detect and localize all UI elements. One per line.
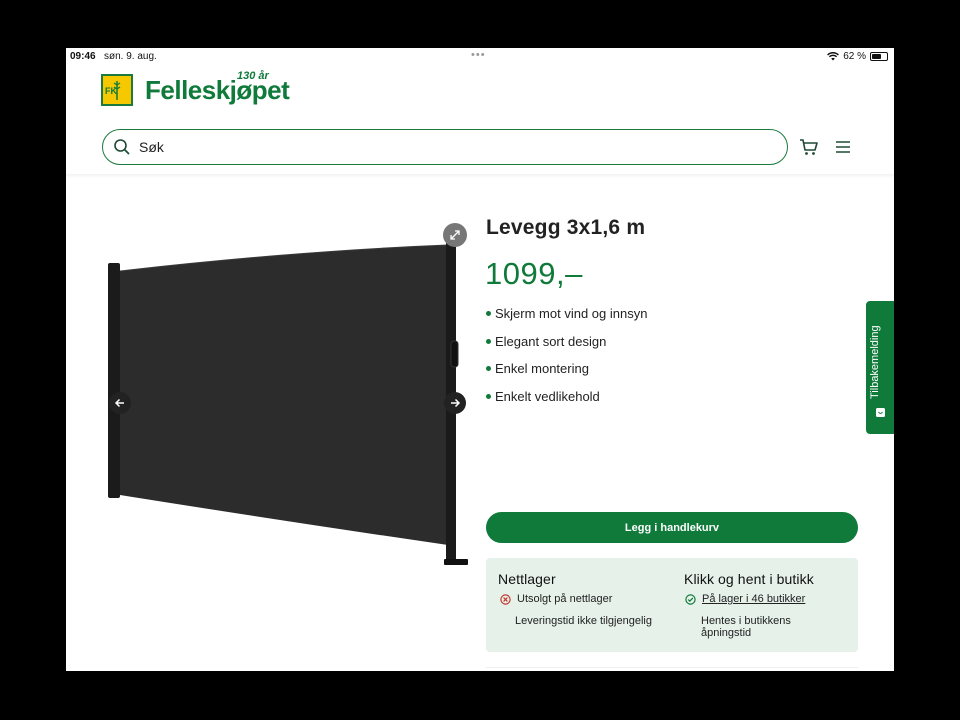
feature-item: Skjerm mot vind og innsyn [486,306,647,334]
app-screen: 09:46 søn. 9. aug. ••• 62 % FK Felleskjø… [66,48,894,671]
feature-item: Elegant sort design [486,334,647,362]
online-delivery-note: Leveringstid ikke tilgjengelig [515,615,652,627]
arrow-left-icon [114,398,124,408]
wifi-icon [827,52,840,61]
feature-item: Enkelt vedlikehold [486,389,647,417]
product-photo [108,238,468,565]
status-date: søn. 9. aug. [104,51,157,62]
feature-item: Enkel montering [486,361,647,389]
expand-icon [450,230,460,240]
previous-image-button[interactable] [109,392,131,414]
battery-icon [870,52,888,61]
store-status-link[interactable]: På lager i 46 butikker [702,593,805,605]
feature-text: Enkelt vedlikehold [495,388,600,404]
status-time: 09:46 [70,51,96,62]
site-logo[interactable]: FK Felleskjøpet 130 år [101,70,290,106]
availability-panel: Nettlager Utsolgt på nettlager Leverings… [486,558,858,652]
feature-text: Skjerm mot vind og innsyn [495,306,648,321]
search-icon [114,139,130,155]
zoom-image-button[interactable] [443,223,467,247]
feedback-tab[interactable]: Tilbakemelding [866,301,894,434]
store-stock-title: Klikk og hent i butikk [684,571,814,587]
bullet-icon [486,338,491,344]
product-price: 1099,– [485,256,583,291]
feedback-icon [876,408,885,417]
cart-icon[interactable] [799,137,819,157]
status-right: 62 % [827,51,888,62]
product-image[interactable] [106,223,470,573]
battery-percent: 62 % [843,51,866,62]
feedback-tab-label: Tilbakemelding [869,325,881,399]
arrow-right-icon [451,398,461,408]
next-image-button[interactable] [444,392,466,414]
search-input[interactable] [139,139,739,155]
product-title: Levegg 3x1,6 m [486,216,646,239]
check-circle-icon [685,593,696,605]
anniversary-badge: 130 år [237,70,269,82]
feature-list: Skjerm mot vind og innsyn Elegant sort d… [486,306,647,416]
bullet-icon [486,393,491,399]
store-stock-status[interactable]: På lager i 46 butikker [685,593,805,605]
unavailable-icon [500,593,511,605]
feature-text: Enkel montering [495,361,589,377]
menu-icon[interactable] [833,137,853,157]
add-to-cart-button[interactable]: Legg i handlekurv [486,512,858,543]
online-stock-status: Utsolgt på nettlager [500,593,612,605]
bullet-icon [486,366,491,372]
header-divider [66,174,894,178]
content-divider [486,667,858,671]
feature-text: Elegant sort design [495,333,607,349]
store-note-line2: åpningstid [701,627,752,639]
bullet-icon [486,311,491,316]
store-pickup-note: Hentes i butikkens åpningstid [701,615,791,639]
multitask-dots-icon[interactable]: ••• [471,49,486,61]
store-note-line1: Hentes i butikkens [701,615,791,627]
logo-badge-icon: FK [101,74,133,106]
search-bar[interactable] [102,129,788,165]
status-bar: 09:46 søn. 9. aug. ••• 62 % [66,48,894,64]
online-status-text: Utsolgt på nettlager [517,593,613,605]
online-stock-title: Nettlager [498,571,556,587]
